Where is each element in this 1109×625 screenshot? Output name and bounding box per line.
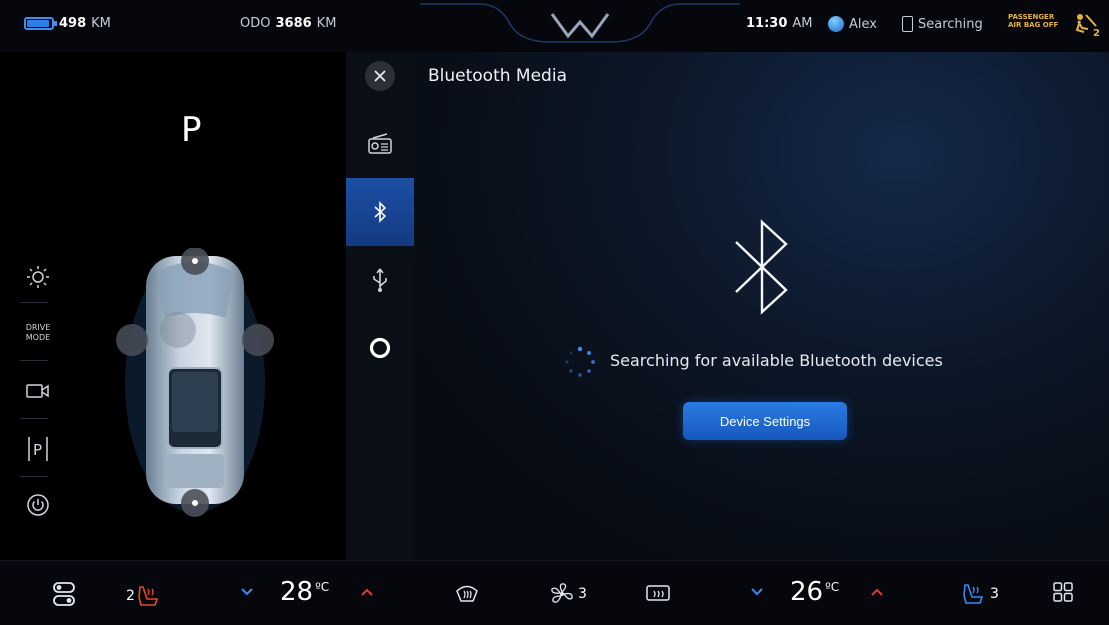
airbag-warning: PASSENGER AIR BAG OFF (1008, 13, 1070, 29)
rear-defrost-button[interactable] (644, 583, 672, 605)
rear-defrost-icon (646, 585, 670, 601)
app-grid-icon (1053, 582, 1073, 602)
fan-icon (551, 583, 573, 603)
driver-seat-heat-level: 2 (126, 588, 135, 604)
user-profile[interactable]: Alex (828, 16, 877, 32)
driver-temperature: 28 ºC (280, 577, 329, 607)
media-source-rail (346, 52, 414, 560)
bluetooth-large-icon (735, 219, 788, 315)
power-icon (27, 494, 49, 516)
chevron-up-icon (361, 588, 373, 596)
driver-temp-value: 28 (280, 577, 314, 607)
gear-indicator: P (181, 110, 202, 150)
radio-icon (368, 133, 392, 154)
power-button[interactable] (16, 488, 60, 522)
light-icon (27, 266, 49, 288)
seat-heat-icon (138, 586, 159, 606)
clock: 11:30 AM (746, 16, 813, 31)
chevron-down-icon (241, 588, 253, 596)
voice-assistant-icon (369, 337, 391, 359)
odo-value: 3686 (275, 16, 312, 31)
climate-bar: 2 28 ºC 3 26 ºC 3 (0, 560, 1109, 625)
phone-status[interactable]: Searching (902, 16, 983, 32)
fan-level: 3 (578, 586, 587, 602)
airbag-off-icon: 2 (1075, 14, 1100, 38)
clock-time: 11:30 (746, 16, 788, 31)
drive-mode-label: DRIVE MODE (26, 323, 51, 343)
airbag-line2: AIR BAG OFF (1008, 21, 1059, 29)
search-status-text: Searching for available Bluetooth device… (610, 351, 943, 370)
camera-icon (26, 384, 49, 398)
climate-toggle-icon (53, 582, 75, 606)
seat-ventilation-icon (963, 584, 984, 604)
divider (20, 302, 48, 303)
bluetooth-media-screen: Bluetooth Media Searching for available … (414, 52, 1109, 560)
voice-assistant-source-button[interactable] (346, 314, 414, 382)
bluetooth-icon (374, 201, 387, 223)
left-mirror (116, 324, 148, 356)
temp-unit: ºC (825, 580, 840, 594)
front-defrost-icon (456, 585, 478, 602)
vehicle-top-view (116, 248, 274, 517)
usb-source-button[interactable] (346, 246, 414, 314)
drive-mode-line2: MODE (25, 333, 51, 342)
radio-source-button[interactable] (346, 110, 414, 178)
status-bar: 498 KM ODO 3686 KM 11:30 AM Alex Searchi… (0, 0, 1109, 52)
page-title: Bluetooth Media (428, 66, 567, 86)
app-grid-button[interactable] (1052, 581, 1074, 603)
parking-label: P (33, 441, 42, 459)
vehicle-panel: P DRIVE MODE P (0, 52, 346, 584)
range-value: 498 (59, 16, 87, 31)
passenger-seat-button[interactable]: 3 (960, 581, 999, 607)
lights-button[interactable] (16, 260, 60, 294)
fan-speed-button[interactable]: 3 (548, 581, 587, 607)
phone-icon (902, 16, 913, 32)
passenger-temp-up-button[interactable] (870, 587, 884, 597)
climate-menu-button[interactable] (52, 581, 76, 607)
driver-temp-up-button[interactable] (360, 587, 374, 597)
divider (20, 476, 48, 477)
airbag-badge: 2 (1093, 28, 1100, 38)
passenger-temp-down-button[interactable] (750, 587, 764, 597)
device-settings-button[interactable]: Device Settings (683, 402, 847, 440)
airbag-line1: PASSENGER (1008, 13, 1055, 21)
range-unit: KM (91, 16, 111, 31)
close-media-button[interactable] (346, 42, 414, 110)
parking-icon: P (28, 437, 48, 461)
parking-button[interactable]: P (16, 430, 60, 468)
close-icon (365, 61, 395, 91)
battery-icon (24, 17, 57, 30)
screen: 498 KM ODO 3686 KM 11:30 AM Alex Searchi… (0, 0, 1109, 625)
brand-logo-icon (420, 3, 740, 43)
loading-spinner-icon (565, 346, 595, 377)
divider (20, 418, 48, 419)
drive-mode-line1: DRIVE (25, 323, 51, 332)
odo-label: ODO (240, 16, 271, 31)
range-indicator: 498 KM (24, 16, 111, 31)
odo-unit: KM (316, 16, 337, 31)
temp-unit: ºC (315, 580, 330, 594)
bluetooth-source-button[interactable] (346, 178, 414, 246)
chevron-down-icon (751, 588, 763, 596)
usb-icon (373, 268, 387, 292)
chevron-up-icon (871, 588, 883, 596)
divider (20, 360, 48, 361)
passenger-temp-value: 26 (790, 577, 824, 607)
front-defrost-button[interactable] (454, 583, 480, 605)
driver-seat-heat-button[interactable]: 2 (126, 583, 161, 609)
passenger-seat-level: 3 (990, 586, 999, 602)
phone-status-text: Searching (918, 16, 983, 32)
user-name: Alex (849, 16, 877, 32)
clock-period: AM (792, 16, 813, 31)
odometer: ODO 3686 KM (240, 16, 336, 31)
driver-temp-down-button[interactable] (240, 587, 254, 597)
camera-button[interactable] (16, 374, 60, 408)
avatar (828, 16, 844, 32)
drive-mode-button[interactable]: DRIVE MODE (16, 316, 60, 350)
right-mirror (242, 324, 274, 356)
passenger-temperature: 26 ºC (790, 577, 839, 607)
